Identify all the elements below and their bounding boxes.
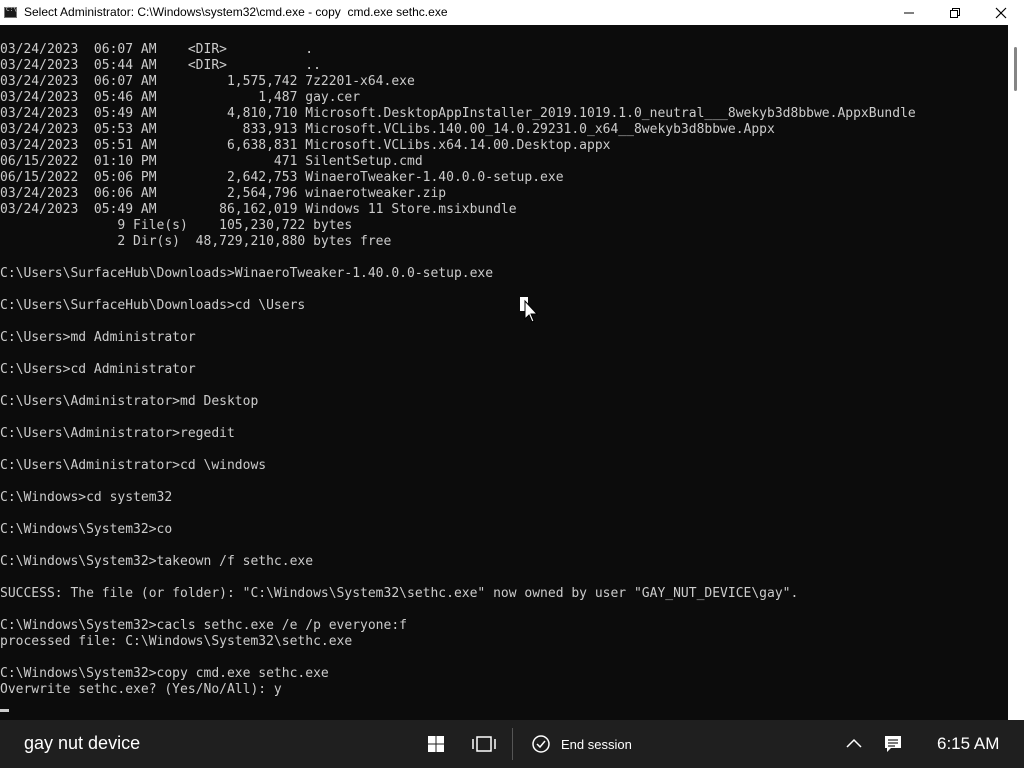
chevron-up-icon bbox=[846, 738, 862, 748]
console-line: C:\Windows\System32>cacls sethc.exe /e /… bbox=[0, 618, 407, 633]
console-line: processed file: C:\Windows\System32\seth… bbox=[0, 634, 353, 649]
title-bar[interactable]: Select Administrator: C:\Windows\system3… bbox=[0, 0, 1024, 25]
console-line: 03/24/2023 06:07 AM <DIR> . bbox=[0, 42, 314, 57]
console-line: 9 File(s) 105,230,722 bytes bbox=[0, 218, 353, 233]
vertical-scrollbar[interactable] bbox=[1008, 25, 1024, 720]
console-line: C:\Users\SurfaceHub\Downloads>cd \Users bbox=[0, 298, 306, 313]
end-session-label: End session bbox=[561, 737, 632, 752]
window-title: Select Administrator: C:\Windows\system3… bbox=[24, 5, 448, 19]
console-line: C:\Windows>cd system32 bbox=[0, 490, 173, 505]
task-view-icon bbox=[472, 736, 496, 752]
start-button[interactable] bbox=[424, 732, 448, 756]
console-line: SUCCESS: The file (or folder): "C:\Windo… bbox=[0, 586, 799, 601]
console-line: C:\Users\Administrator>regedit bbox=[0, 426, 235, 441]
console-line: 03/24/2023 05:44 AM <DIR> .. bbox=[0, 58, 321, 73]
console-line: C:\Windows\System32>co bbox=[0, 522, 173, 537]
console-line: 03/24/2023 05:51 AM 6,638,831 Microsoft.… bbox=[0, 138, 611, 153]
windows-start-icon bbox=[428, 736, 444, 752]
console-line: C:\Users>md Administrator bbox=[0, 330, 196, 345]
end-session-check-icon bbox=[532, 735, 550, 753]
console-output[interactable]: 03/24/2023 06:07 AM <DIR> . 03/24/2023 05… bbox=[0, 42, 1008, 718]
console-line: 03/24/2023 05:46 AM 1,487 gay.cer bbox=[0, 90, 361, 105]
text-cursor bbox=[0, 709, 9, 712]
restore-icon bbox=[950, 8, 960, 18]
console-line: 03/24/2023 05:49 AM 4,810,710 Microsoft.… bbox=[0, 106, 916, 121]
mouse-pointer-icon bbox=[520, 297, 539, 323]
close-icon bbox=[995, 7, 1007, 19]
console-line: 06/15/2022 01:10 PM 471 SilentSetup.cmd bbox=[0, 154, 423, 169]
taskbar: gay nut device End session 6:15 AM bbox=[0, 720, 1024, 768]
console-line: 2 Dir(s) 48,729,210,880 bytes free bbox=[0, 234, 392, 249]
device-name: gay nut device bbox=[24, 733, 141, 753]
cmd-app-icon[interactable] bbox=[4, 6, 17, 18]
console-line: 03/24/2023 06:06 AM 2,564,796 winaerotwe… bbox=[0, 186, 447, 201]
minimize-icon bbox=[904, 12, 914, 14]
minimize-button[interactable] bbox=[886, 0, 932, 25]
console-line: C:\Users\Administrator>md Desktop bbox=[0, 394, 259, 409]
console-line: 03/24/2023 05:53 AM 833,913 Microsoft.VC… bbox=[0, 122, 775, 137]
action-center-button[interactable] bbox=[881, 732, 905, 756]
taskbar-clock[interactable]: 6:15 AM bbox=[937, 734, 999, 754]
action-center-icon bbox=[885, 736, 901, 752]
taskbar-divider bbox=[512, 728, 513, 760]
console-line: C:\Windows\System32>takeown /f sethc.exe bbox=[0, 554, 314, 569]
console-line: C:\Users\SurfaceHub\Downloads>WinaeroTwe… bbox=[0, 266, 494, 281]
console-line: Overwrite sethc.exe? (Yes/No/All): y bbox=[0, 682, 282, 697]
close-button[interactable] bbox=[978, 0, 1024, 25]
console-line: C:\Windows\System32>copy cmd.exe sethc.e… bbox=[0, 666, 329, 681]
task-view-button[interactable] bbox=[471, 732, 496, 756]
console-line: C:\Users\Administrator>cd \windows bbox=[0, 458, 267, 473]
maximize-button[interactable] bbox=[932, 0, 978, 25]
console-line: C:\Users>cd Administrator bbox=[0, 362, 196, 377]
console-line: 03/24/2023 06:07 AM 1,575,742 7z2201-x64… bbox=[0, 74, 415, 89]
console-line: 06/15/2022 05:06 PM 2,642,753 WinaeroTwe… bbox=[0, 170, 564, 185]
tray-overflow-button[interactable] bbox=[842, 732, 866, 756]
cmd-window: Select Administrator: C:\Windows\system3… bbox=[0, 0, 1024, 720]
console-line: 03/24/2023 05:49 AM 86,162,019 Windows 1… bbox=[0, 202, 517, 217]
scrollbar-thumb[interactable] bbox=[1014, 47, 1017, 91]
